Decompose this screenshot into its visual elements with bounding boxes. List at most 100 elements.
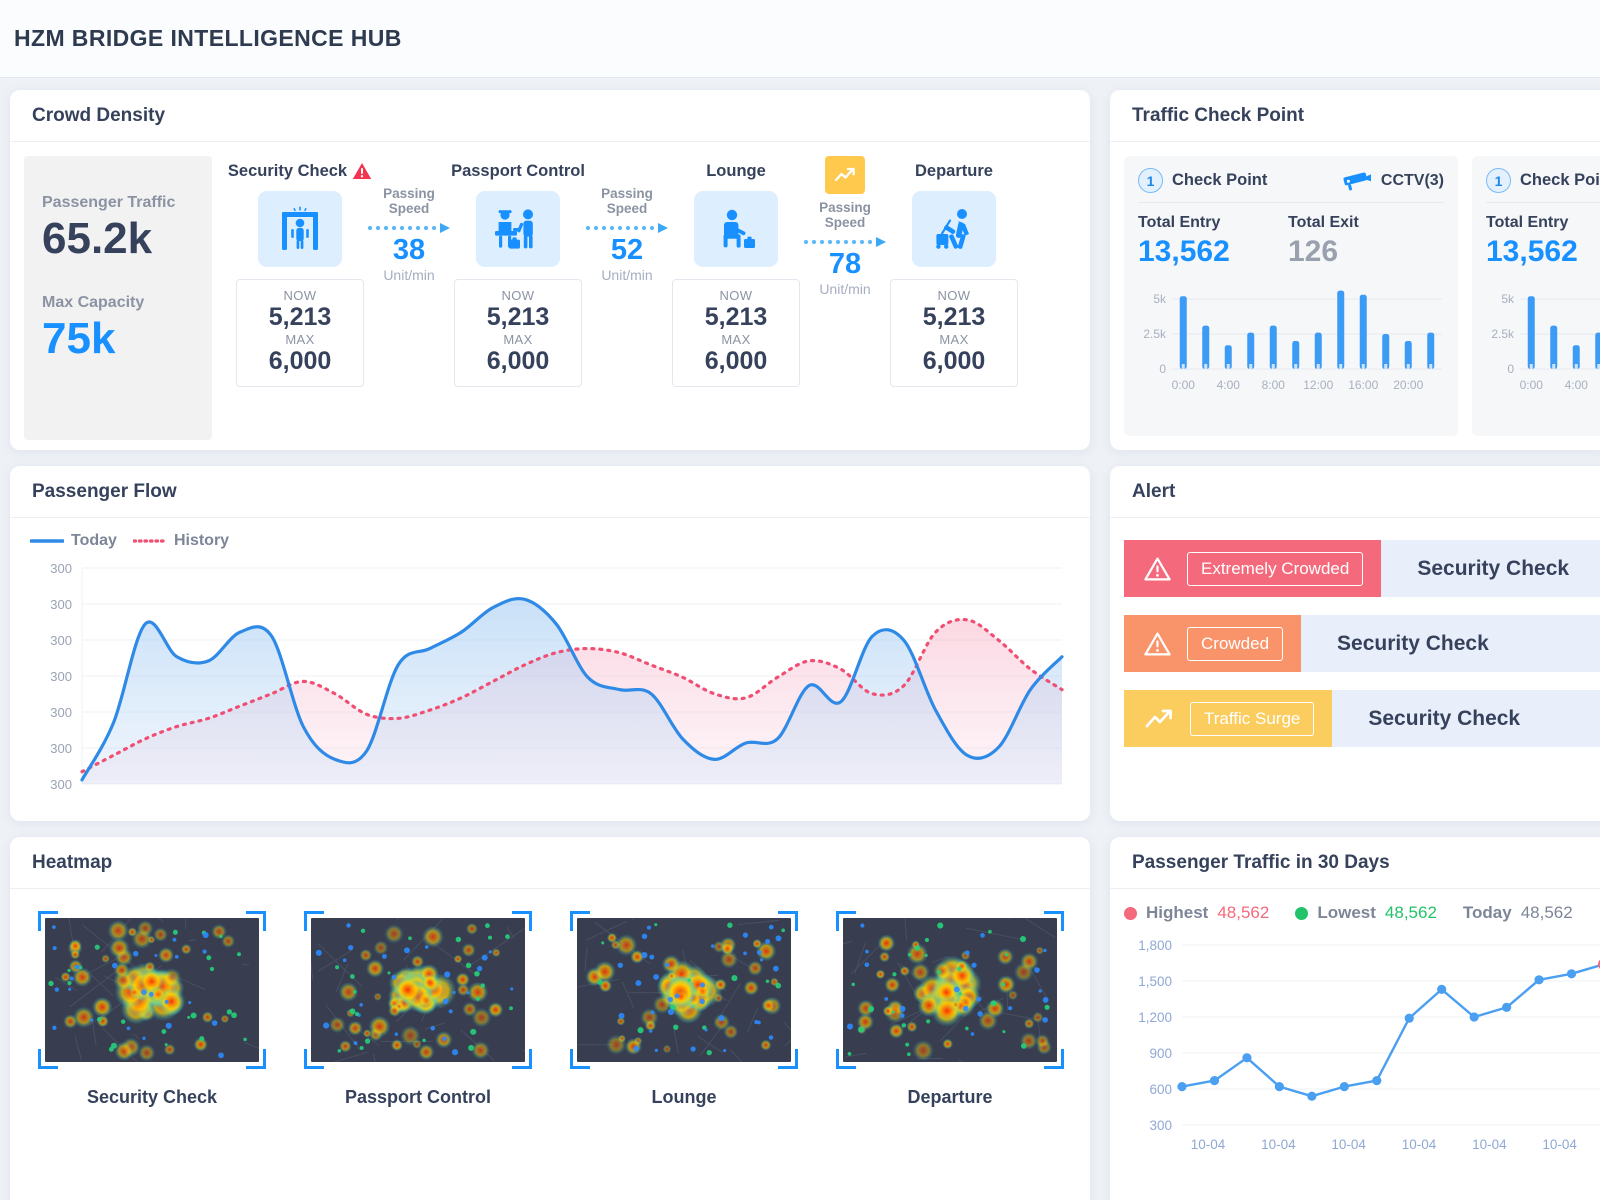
- alert-badge: Crowded: [1124, 615, 1302, 672]
- heatmap-label: Passport Control: [344, 1087, 491, 1107]
- total-entry-label: Total Entry: [1138, 214, 1221, 231]
- passenger-flow-header: Passenger Flow: [10, 466, 1090, 518]
- legend-item-today[interactable]: Today 48,562: [1463, 903, 1573, 923]
- max-label: MAX: [939, 331, 969, 347]
- station-row: Security Check NOW 5,213 MAX 6,000 Passi…: [220, 156, 1072, 440]
- highest-dot-icon: [1124, 906, 1137, 920]
- total-entry-value: 13,562: [1138, 235, 1230, 268]
- svg-text:300: 300: [50, 597, 72, 612]
- legend-item-highest[interactable]: Highest 48,562: [1124, 903, 1269, 923]
- passenger-traffic-30d-chart: 300 600 900 1,200 1,500 1,800 10-04 10-04 10-04 1…: [1138, 938, 1600, 1152]
- svg-text:600: 600: [1149, 1082, 1172, 1097]
- legend-label: Today: [71, 532, 117, 549]
- traffic-check-point-header: Traffic Check Point: [1110, 90, 1600, 142]
- max-value: 6,000: [922, 346, 986, 375]
- passing-speed-2: Passing Speed 52 Unit/min: [582, 156, 672, 283]
- legend-label: Lowest: [1317, 903, 1376, 922]
- total-entry-stat: Total Entry 13,562: [1138, 214, 1288, 269]
- heatmap-frame: [38, 911, 266, 1069]
- app-header: HZM BRIDGE INTELLIGENCE HUB: [0, 0, 1600, 78]
- check-point-cards: 1 Check Point CCTV(3) Total Entry 13,562…: [1110, 142, 1600, 450]
- station-metrics: NOW 5,213 MAX 6,000: [454, 279, 582, 387]
- passenger-flow-body: Today History 300 300 300 300 300 300 300: [10, 518, 1090, 821]
- heatmap-frame: [836, 911, 1064, 1069]
- heatmap-image: [577, 918, 791, 1062]
- passing-speed-unit: Unit/min: [601, 267, 653, 283]
- heatmap-item-departure[interactable]: Departure: [836, 911, 1064, 1200]
- station-passport-control[interactable]: Passport Control NOW 5,213 MAX 6,000: [451, 156, 585, 387]
- check-point-card[interactable]: 1 Check Point: [1124, 156, 1458, 436]
- svg-text:4:00: 4:00: [1565, 378, 1589, 392]
- legend-item-lowest[interactable]: Lowest 48,562: [1295, 903, 1437, 923]
- flow-arrow-icon: [582, 222, 672, 233]
- heatmap-item-security-check[interactable]: Security Check: [38, 911, 266, 1200]
- svg-text:300: 300: [50, 777, 72, 792]
- max-value: 6,000: [268, 346, 332, 375]
- now-value: 5,213: [704, 303, 768, 331]
- svg-text:10-04: 10-04: [1472, 1137, 1507, 1152]
- check-point-identity: 1 Check Point: [1486, 168, 1600, 193]
- max-value: 6,000: [704, 346, 768, 375]
- alert-location: Security Check: [1368, 706, 1521, 730]
- station-security-check[interactable]: Security Check NOW 5,213 MAX 6,000: [228, 156, 372, 387]
- security-gate-icon: [258, 191, 342, 267]
- crowd-density-panel: Crowd Density Passenger Traffic 65.2k Ma…: [10, 90, 1090, 450]
- flow-arrow-icon: [364, 222, 454, 233]
- passport-desk-icon: [476, 191, 560, 267]
- passenger-traffic-value: 65.2k: [42, 214, 153, 263]
- now-label: NOW: [283, 288, 317, 303]
- passing-speed-1: Passing Speed 38 Unit/min: [364, 156, 454, 283]
- svg-text:12:00: 12:00: [1303, 378, 1333, 392]
- max-label: MAX: [721, 331, 751, 347]
- check-point-card[interactable]: 1 Check Point: [1472, 156, 1600, 436]
- alert-row[interactable]: Crowded Security Check: [1124, 615, 1600, 672]
- check-point-number: 1: [1138, 168, 1163, 193]
- alert-location: Security Check: [1417, 556, 1570, 580]
- passing-speed-unit: Unit/min: [383, 267, 435, 283]
- traffic-check-point-title: Traffic Check Point: [1132, 104, 1305, 126]
- now-label: NOW: [501, 288, 535, 303]
- total-exit-stat: Total Exit 126: [1288, 214, 1438, 269]
- warning-triangle-icon: [1144, 557, 1171, 581]
- crowd-density-header: Crowd Density: [10, 90, 1090, 142]
- passing-speed-value: 38: [392, 234, 426, 266]
- check-point-label: Check Point: [1520, 171, 1600, 189]
- station-lounge[interactable]: Lounge NOW 5,213 MAX 6,000: [672, 156, 800, 387]
- alert-row[interactable]: Extremely Crowded Security Check: [1124, 540, 1600, 597]
- legend-label: Highest: [1146, 903, 1209, 922]
- legend-label: Today: [1462, 903, 1512, 922]
- station-metrics: NOW 5,213 MAX 6,000: [890, 279, 1018, 387]
- svg-text:10-04: 10-04: [1331, 1137, 1366, 1152]
- station-departure[interactable]: Departure NOW 5,213 MAX 6,000: [890, 156, 1018, 387]
- svg-text:10-04: 10-04: [1402, 1137, 1437, 1152]
- svg-text:5k: 5k: [1501, 292, 1515, 306]
- now-value: 5,213: [922, 303, 986, 331]
- legend-item-history[interactable]: History: [132, 532, 229, 550]
- alert-chip-label: Crowded: [1187, 626, 1284, 661]
- total-entry-stat: Total Entry 13,562: [1486, 214, 1600, 269]
- alert-row[interactable]: Traffic Surge Security Check: [1124, 690, 1600, 747]
- svg-text:0: 0: [1159, 362, 1166, 376]
- passenger-traffic-30d-title: Passenger Traffic in 30 Days: [1132, 851, 1390, 873]
- traffic-legend: Highest 48,562 Lowest 48,562 Today 48,56…: [1124, 903, 1600, 923]
- heatmap-frame: [304, 911, 532, 1069]
- heatmap-item-lounge[interactable]: Lounge: [570, 911, 798, 1200]
- dashboard-root: HZM BRIDGE INTELLIGENCE HUB Crowd Densit…: [0, 0, 1600, 1200]
- legend-item-today[interactable]: Today: [30, 532, 117, 550]
- svg-text:300: 300: [1149, 1118, 1172, 1133]
- traffic-check-point-panel: Traffic Check Point 1 Check Point CCTV(3…: [1110, 90, 1600, 450]
- now-label: NOW: [937, 288, 971, 303]
- cctv-group[interactable]: CCTV(3): [1342, 171, 1444, 191]
- svg-text:0:00: 0:00: [1172, 378, 1196, 392]
- max-label: MAX: [285, 331, 315, 347]
- passing-speed-unit: Unit/min: [819, 281, 871, 297]
- svg-text:300: 300: [50, 561, 72, 576]
- passenger-traffic-30d-header: Passenger Traffic in 30 Days: [1110, 837, 1600, 889]
- passing-speed-label: Passing Speed: [819, 200, 871, 230]
- heatmap-label: Departure: [907, 1087, 993, 1107]
- check-point-stats: Total Entry 13,562 Total Exit 126: [1486, 214, 1600, 269]
- svg-text:1,200: 1,200: [1138, 1010, 1172, 1025]
- heatmap-item-passport-control[interactable]: Passport Control: [304, 911, 532, 1200]
- check-point-identity: 1 Check Point: [1138, 168, 1267, 193]
- alert-list: Extremely Crowded Security Check Crowded…: [1110, 518, 1600, 821]
